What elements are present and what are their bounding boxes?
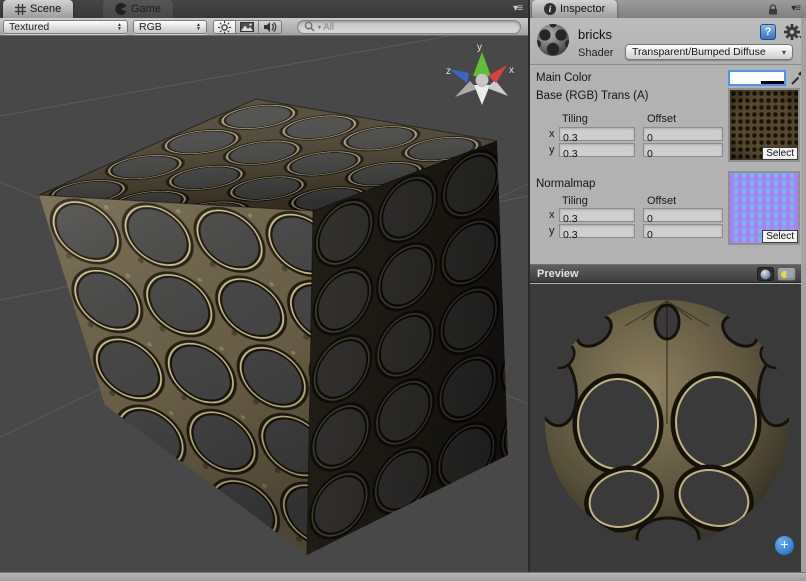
material-header: bricks Shader Transparent/Bumped Diffuse… bbox=[530, 18, 806, 65]
material-preview-area[interactable]: + bbox=[530, 284, 806, 572]
normal-tiling-y-field[interactable] bbox=[559, 224, 635, 238]
shader-value: Transparent/Bumped Diffuse bbox=[632, 46, 766, 58]
normalmap-select-button[interactable]: Select bbox=[762, 230, 798, 243]
tab-inspector[interactable]: i Inspector bbox=[532, 0, 617, 18]
base-tiling-x-field[interactable] bbox=[559, 127, 635, 141]
search-input[interactable] bbox=[323, 22, 493, 33]
updown-arrows-icon: ▲▼ bbox=[196, 23, 201, 31]
speaker-icon bbox=[263, 21, 277, 33]
base-texture-label: Base (RGB) Trans (A) bbox=[536, 90, 648, 102]
normal-tiling-y-input[interactable] bbox=[560, 229, 634, 241]
gizmo-y-label: y bbox=[477, 42, 482, 53]
search-filter-arrow-icon[interactable]: ▾ bbox=[318, 24, 321, 31]
scene-search-field: ▾ bbox=[297, 20, 521, 34]
window-right-edge bbox=[801, 18, 806, 572]
preview-light-button[interactable] bbox=[777, 267, 796, 281]
scene-tabstrip: Scene Game ▾≡ bbox=[0, 0, 528, 18]
gizmo-center-cube[interactable] bbox=[476, 74, 489, 87]
audio-toggle-button[interactable] bbox=[259, 20, 282, 34]
textured-cube[interactable] bbox=[39, 99, 508, 555]
game-icon bbox=[115, 3, 127, 15]
unity-editor-window: { "scene": { "tab_scene": "Scene", "tab_… bbox=[0, 0, 806, 581]
alpha-bar bbox=[730, 81, 784, 84]
base-texture-thumbnail[interactable]: Select bbox=[728, 88, 800, 162]
shader-label: Shader bbox=[578, 47, 613, 59]
gizmo-y-axis-cone[interactable] bbox=[473, 52, 491, 76]
color-mode-value: RGB bbox=[139, 21, 162, 33]
sun-icon bbox=[218, 21, 231, 34]
inspector-panel-menu-icon[interactable]: ▾≡ bbox=[791, 3, 800, 14]
lock-icon[interactable] bbox=[768, 4, 778, 15]
scene-3d-render: y x z bbox=[0, 36, 528, 573]
base-offset-y-field[interactable] bbox=[643, 143, 723, 157]
base-select-button[interactable]: Select bbox=[762, 147, 798, 160]
normal-row-x-label: x bbox=[549, 209, 555, 221]
chevron-down-icon: ▾ bbox=[782, 48, 786, 57]
gizmo-z-label: z bbox=[446, 66, 451, 77]
preview-sphere-render bbox=[530, 284, 806, 572]
plus-icon: + bbox=[780, 536, 788, 552]
normalmap-label: Normalmap bbox=[536, 178, 595, 190]
tab-scene[interactable]: Scene bbox=[3, 0, 73, 18]
gizmo-axis-cone[interactable] bbox=[455, 81, 477, 97]
gizmo-axis-cone[interactable] bbox=[487, 80, 508, 96]
base-row-x-label: x bbox=[549, 128, 555, 140]
normalmap-thumbnail[interactable]: Select bbox=[728, 171, 800, 245]
search-icon bbox=[304, 21, 316, 33]
normal-offset-x-field[interactable] bbox=[643, 208, 723, 222]
add-preview-button[interactable]: + bbox=[775, 536, 794, 555]
tab-game[interactable]: Game bbox=[103, 0, 173, 18]
draw-mode-value: Textured bbox=[9, 21, 49, 33]
main-color-label: Main Color bbox=[536, 72, 592, 84]
sphere-icon bbox=[760, 269, 771, 280]
two-lights-icon bbox=[780, 270, 794, 279]
preview-shape-button[interactable] bbox=[757, 267, 774, 281]
scene-panel-menu-icon[interactable]: ▾≡ bbox=[513, 3, 522, 14]
scene-panel: Scene Game ▾≡ Textured ▲▼ RGB ▲▼ bbox=[0, 0, 528, 581]
grid-icon bbox=[15, 4, 26, 15]
shader-dropdown[interactable]: Transparent/Bumped Diffuse ▾ bbox=[625, 44, 793, 60]
base-offset-y-input[interactable] bbox=[644, 148, 722, 160]
inspector-panel: i Inspector ▾≡ br bbox=[530, 0, 806, 581]
base-tiling-header: Tiling bbox=[562, 113, 588, 125]
inspector-tabstrip: i Inspector ▾≡ bbox=[530, 0, 806, 18]
normalmap-select-label: Select bbox=[766, 231, 794, 242]
lighting-toggle-button[interactable] bbox=[213, 20, 236, 34]
base-tiling-y-input[interactable] bbox=[560, 148, 634, 160]
image-icon bbox=[240, 22, 254, 32]
base-row-y-label: y bbox=[549, 144, 555, 156]
window-bottom-edge bbox=[0, 572, 806, 581]
material-sphere-icon bbox=[535, 22, 571, 58]
normal-offset-y-field[interactable] bbox=[643, 224, 723, 238]
gizmo-z-axis-cone[interactable] bbox=[449, 69, 469, 83]
scene-gizmo[interactable]: y x z bbox=[446, 42, 514, 105]
base-offset-x-field[interactable] bbox=[643, 127, 723, 141]
base-tiling-y-field[interactable] bbox=[559, 143, 635, 157]
updown-arrows-icon: ▲▼ bbox=[117, 23, 122, 31]
normal-row-y-label: y bbox=[549, 225, 555, 237]
preview-title: Preview bbox=[530, 268, 579, 280]
normal-offset-header: Offset bbox=[647, 195, 676, 207]
scene-viewport[interactable]: y x z bbox=[0, 36, 528, 573]
help-glyph: ? bbox=[765, 26, 772, 38]
normal-tiling-x-field[interactable] bbox=[559, 208, 635, 222]
gizmo-x-label: x bbox=[509, 65, 514, 76]
info-icon: i bbox=[544, 3, 556, 15]
gizmo-x-axis-cone[interactable] bbox=[488, 65, 507, 83]
normal-offset-y-input[interactable] bbox=[644, 229, 722, 241]
base-offset-header: Offset bbox=[647, 113, 676, 125]
scene-toolbar: Textured ▲▼ RGB ▲▼ ▾ bbox=[0, 18, 528, 36]
tab-game-label: Game bbox=[131, 3, 161, 15]
draw-mode-dropdown[interactable]: Textured ▲▼ bbox=[3, 20, 128, 34]
base-select-label: Select bbox=[766, 148, 794, 159]
help-button[interactable]: ? bbox=[760, 24, 776, 40]
color-mode-dropdown[interactable]: RGB ▲▼ bbox=[133, 20, 207, 34]
material-name: bricks bbox=[578, 27, 612, 42]
preview-header[interactable]: Preview bbox=[530, 265, 806, 283]
main-color-swatch[interactable] bbox=[728, 70, 786, 86]
tab-inspector-label: Inspector bbox=[560, 3, 605, 15]
overlay-toggle-button[interactable] bbox=[236, 20, 259, 34]
tab-scene-label: Scene bbox=[30, 3, 61, 15]
normal-tiling-header: Tiling bbox=[562, 195, 588, 207]
